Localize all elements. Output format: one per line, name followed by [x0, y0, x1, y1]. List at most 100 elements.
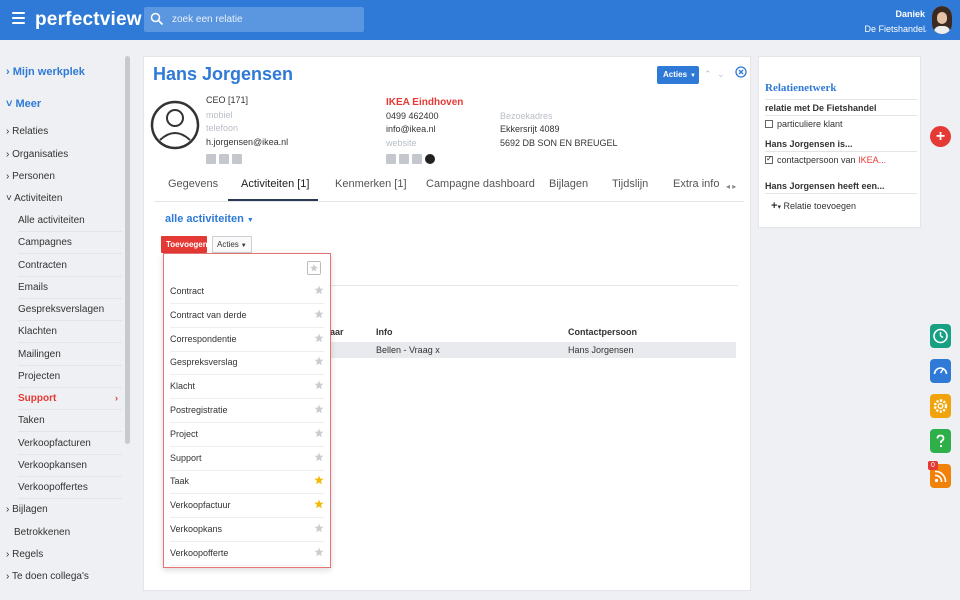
- star-icon[interactable]: [314, 523, 324, 533]
- menu-icon[interactable]: [12, 12, 25, 25]
- row-contact[interactable]: Hans Jorgensen: [568, 345, 634, 355]
- dropdown-item-taak[interactable]: Taak: [170, 470, 324, 495]
- star-icon[interactable]: [314, 285, 324, 295]
- user-avatar[interactable]: [932, 6, 952, 34]
- dropdown-item-support[interactable]: Support: [170, 447, 324, 471]
- star-icon[interactable]: [314, 333, 324, 343]
- organization-name[interactable]: IKEA Eindhoven: [386, 97, 463, 108]
- dropdown-item-postregistratie[interactable]: Postregistratie: [170, 399, 324, 423]
- star-icon[interactable]: [314, 475, 324, 485]
- organization-phone[interactable]: 0499 462400: [386, 111, 439, 121]
- organization-email[interactable]: info@ikea.nl: [386, 124, 436, 134]
- star-icon[interactable]: [314, 452, 324, 462]
- acties-button[interactable]: Acties ▼: [657, 66, 699, 84]
- search-input[interactable]: [172, 11, 357, 28]
- star-icon[interactable]: [314, 547, 324, 557]
- tab-bijlagen[interactable]: Bijlagen: [549, 178, 588, 190]
- facebook-icon[interactable]: [399, 154, 409, 164]
- star-icon[interactable]: [314, 428, 324, 438]
- sidebar-scrollbar[interactable]: [125, 56, 130, 444]
- sidebar-sub-contracten[interactable]: Contracten: [18, 260, 122, 277]
- particuliere-klant-checkbox[interactable]: [765, 120, 773, 128]
- sidebar-item-betrokkenen[interactable]: Betrokkenen: [14, 527, 70, 538]
- app-logo[interactable]: perfectview: [35, 9, 142, 31]
- sidebar-sub-taken[interactable]: Taken: [18, 415, 122, 432]
- contact-organization-link[interactable]: IKEA...: [858, 155, 886, 165]
- sidebar-sub-projecten[interactable]: Projecten: [18, 371, 122, 388]
- dropdown-item-gespreksverslag[interactable]: Gespreksverslag: [170, 351, 324, 376]
- dropdown-item-verkoopofferte[interactable]: Verkoopofferte: [170, 542, 324, 566]
- sidebar-sub-verkoopfacturen[interactable]: Verkoopfacturen: [18, 438, 122, 455]
- column-header-aar[interactable]: aar: [330, 327, 344, 337]
- tab-activiteiten[interactable]: Activiteiten [1]: [241, 178, 309, 190]
- add-button[interactable]: +: [930, 126, 951, 147]
- star-icon[interactable]: [314, 404, 324, 414]
- close-icon[interactable]: [735, 66, 747, 78]
- tab-kenmerken[interactable]: Kenmerken [1]: [335, 178, 407, 190]
- sidebar-sub-verkoopkansen[interactable]: Verkoopkansen: [18, 460, 122, 477]
- dropdown-item-klacht[interactable]: Klacht: [170, 375, 324, 400]
- sidebar-item-meer[interactable]: ˅ Meer: [6, 98, 41, 110]
- contactpersoon-checkbox[interactable]: [765, 154, 773, 164]
- sidebar-sub-mailingen[interactable]: Mailingen: [18, 349, 122, 366]
- tab-scroll-arrows-icon[interactable]: ◂ ▸: [726, 182, 736, 191]
- twitter-icon[interactable]: [386, 154, 396, 164]
- tab-gegevens[interactable]: Gegevens: [168, 178, 218, 190]
- sidebar-item-activiteiten[interactable]: ˅ Activiteiten: [6, 193, 62, 204]
- relatie-toevoegen-link[interactable]: +▾ Relatie toevoegen: [771, 200, 856, 212]
- linkedin-icon[interactable]: [412, 154, 422, 164]
- facebook-icon[interactable]: [219, 154, 229, 164]
- sidebar-sub-support[interactable]: Support ›: [18, 393, 122, 410]
- row-info[interactable]: Bellen - Vraag x: [376, 345, 440, 355]
- sidebar-sub-emails[interactable]: Emails: [18, 282, 122, 299]
- star-icon[interactable]: [314, 380, 324, 390]
- user-organization[interactable]: De Fietshandel: [864, 24, 925, 34]
- chevron-up-icon[interactable]: ⌃: [704, 69, 712, 80]
- sidebar-item-personen[interactable]: › Personen: [6, 171, 55, 182]
- column-header-contactpersoon[interactable]: Contactpersoon: [568, 327, 637, 337]
- sidebar-item-bijlagen[interactable]: › Bijlagen: [6, 504, 48, 515]
- sidebar-sub-klachten[interactable]: Klachten: [18, 326, 122, 343]
- globe-icon[interactable]: [425, 154, 435, 164]
- search-box[interactable]: [144, 7, 364, 32]
- sidebar-item-relaties[interactable]: › Relaties: [6, 126, 48, 137]
- dropdown-item-verkoopfactuur[interactable]: Verkoopfactuur: [170, 494, 324, 519]
- contact-mobile[interactable]: mobiel: [206, 110, 233, 120]
- sidebar-item-mijn-werkplek[interactable]: › Mijn werkplek: [6, 66, 85, 78]
- dashboard-button[interactable]: [930, 359, 951, 383]
- sidebar-item-te-doen-collegas[interactable]: › Te doen collega's: [6, 571, 89, 582]
- organization-website[interactable]: website: [386, 138, 417, 148]
- activity-filter-dropdown[interactable]: alle activiteiten ▼: [165, 213, 254, 225]
- settings-button[interactable]: [930, 394, 951, 418]
- linkedin-icon[interactable]: [232, 154, 242, 164]
- contact-phone[interactable]: telefoon: [206, 123, 238, 133]
- contact-email[interactable]: h.jorgensen@ikea.nl: [206, 137, 288, 147]
- sidebar-sub-gespreksverslagen[interactable]: Gespreksverslagen: [18, 304, 122, 321]
- sidebar-sub-verkoopoffertes[interactable]: Verkoopoffertes: [18, 482, 122, 499]
- history-button[interactable]: [930, 324, 951, 348]
- chevron-down-icon[interactable]: ⌄: [922, 26, 928, 34]
- dropdown-item-project[interactable]: Project: [170, 423, 324, 447]
- tab-extra-info[interactable]: Extra info: [673, 178, 719, 190]
- twitter-icon[interactable]: [206, 154, 216, 164]
- star-icon[interactable]: [314, 356, 324, 366]
- column-header-info[interactable]: Info: [376, 327, 393, 337]
- sidebar-item-organisaties[interactable]: › Organisaties: [6, 149, 68, 160]
- tab-tijdslijn[interactable]: Tijdslijn: [612, 178, 648, 190]
- sidebar-item-regels[interactable]: › Regels: [6, 549, 43, 560]
- dropdown-item-contract[interactable]: Contract: [170, 280, 324, 304]
- sidebar-sub-campagnes[interactable]: Campagnes: [18, 237, 122, 254]
- sidebar-sub-alle-activiteiten[interactable]: Alle activiteiten: [18, 215, 122, 232]
- activity-acties-button[interactable]: Acties ▼: [212, 236, 252, 253]
- chevron-down-icon[interactable]: ⌄: [717, 69, 725, 80]
- dropdown-item-correspondentie[interactable]: Correspondentie: [170, 328, 324, 352]
- star-icon[interactable]: [314, 499, 324, 509]
- user-name[interactable]: Daniek: [895, 9, 925, 19]
- star-filter-icon[interactable]: [307, 261, 321, 275]
- star-icon[interactable]: [314, 309, 324, 319]
- tab-campagne-dashboard[interactable]: Campagne dashboard: [426, 178, 535, 190]
- dropdown-item-verkoopkans[interactable]: Verkoopkans: [170, 518, 324, 542]
- dropdown-item-contract-van-derde[interactable]: Contract van derde: [170, 304, 324, 328]
- help-button[interactable]: [930, 429, 951, 453]
- toevoegen-button[interactable]: Toevoegen: [161, 236, 208, 253]
